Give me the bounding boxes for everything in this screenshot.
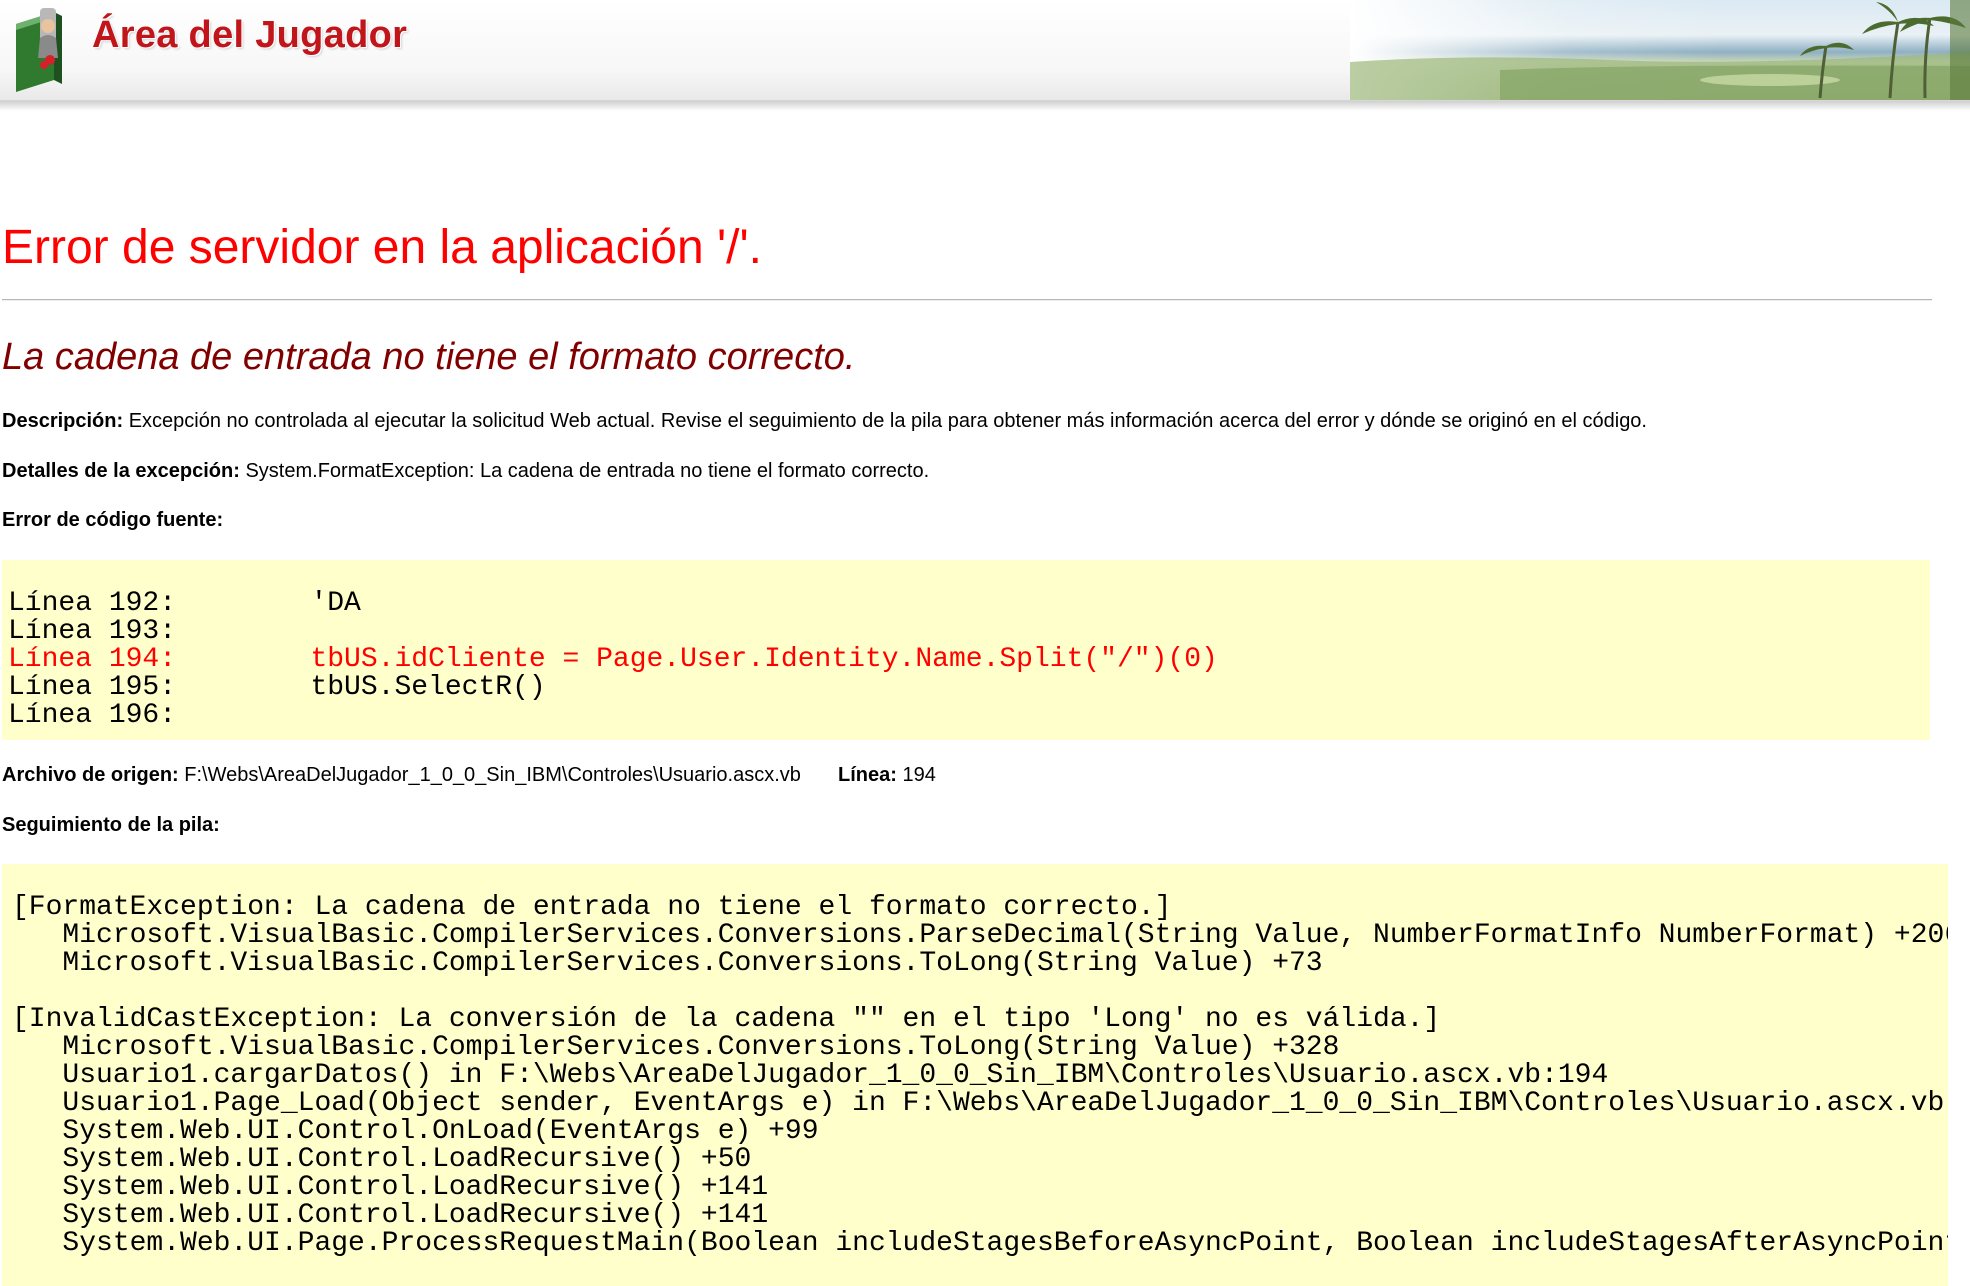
player-area-logo-icon — [16, 8, 62, 92]
header-divider — [0, 101, 1970, 111]
stack-trace: [FormatException: La cadena de entrada n… — [2, 864, 1948, 1258]
stack-trace-line: System.Web.UI.Control.LoadRecursive() +5… — [12, 1144, 752, 1175]
source-line-number: Línea 192: — [8, 588, 177, 619]
source-code: Línea 192: 'DA Línea 193: Línea 194: tbUS… — [2, 560, 1930, 730]
exception-details-row: Detalles de la excepción: System.FormatE… — [2, 460, 929, 483]
line-label: Línea: — [838, 764, 897, 786]
site-title: Área del Jugador — [92, 14, 408, 56]
stack-trace-line: [FormatException: La cadena de entrada n… — [12, 892, 1172, 923]
stack-trace-box: [FormatException: La cadena de entrada n… — [2, 864, 1948, 1286]
stack-trace-line: [InvalidCastException: La conversión de … — [12, 1004, 1441, 1035]
title-divider — [2, 299, 1932, 301]
source-line: Línea 192: 'DA — [8, 590, 1930, 618]
line-number: 194 — [902, 764, 936, 786]
source-file-row: Archivo de origen: F:\Webs\AreaDelJugado… — [2, 764, 936, 787]
stack-trace-line: Microsoft.VisualBasic.CompilerServices.C… — [12, 920, 1948, 951]
source-line: Línea 195: tbUS.SelectR() — [8, 674, 1930, 702]
source-line-number: Línea 195: — [8, 672, 177, 703]
source-code-box: Línea 192: 'DA Línea 193: Línea 194: tbUS… — [2, 560, 1930, 740]
source-line-code: 'DA — [310, 588, 361, 619]
source-line-number: Línea 196: — [8, 700, 177, 731]
error-title: Error de servidor en la aplicación '/'. — [2, 221, 763, 274]
source-line: Línea 194: tbUS.idCliente = Page.User.Id… — [8, 646, 1930, 674]
stack-trace-line: Usuario1.Page_Load(Object sender, EventA… — [12, 1088, 1948, 1119]
source-line: Línea 193: — [8, 618, 1930, 646]
source-line-number: Línea 194: — [8, 644, 177, 675]
exception-details-label: Detalles de la excepción: — [2, 460, 240, 482]
source-line-number: Línea 193: — [8, 616, 177, 647]
stack-trace-line: Microsoft.VisualBasic.CompilerServices.C… — [12, 1032, 1340, 1063]
description-text: Excepción no controlada al ejecutar la s… — [128, 410, 1647, 432]
stack-trace-line: Usuario1.cargarDatos() in F:\Webs\AreaDe… — [12, 1060, 1609, 1091]
source-line-code: tbUS.idCliente = Page.User.Identity.Name… — [310, 644, 1218, 675]
site-header: Área del Jugador — [0, 0, 1970, 101]
stack-trace-line: System.Web.UI.Page.ProcessRequestMain(Bo… — [12, 1228, 1948, 1259]
stack-trace-line — [12, 978, 1948, 1006]
description-row: Descripción: Excepción no controlada al … — [2, 410, 1647, 433]
stack-trace-line: System.Web.UI.Control.LoadRecursive() +1… — [12, 1172, 769, 1203]
stack-trace-line: Microsoft.VisualBasic.CompilerServices.C… — [12, 948, 1323, 979]
description-label: Descripción: — [2, 410, 124, 432]
source-error-heading: Error de código fuente: — [2, 509, 224, 531]
exception-details-text: System.FormatException: La cadena de ent… — [245, 460, 930, 482]
stack-trace-heading: Seguimiento de la pila: — [2, 814, 220, 836]
source-file-path: F:\Webs\AreaDelJugador_1_0_0_Sin_IBM\Con… — [184, 764, 801, 786]
source-line: Línea 196: — [8, 702, 1930, 730]
source-file-label: Archivo de origen: — [2, 764, 179, 786]
source-line-code: tbUS.SelectR() — [310, 672, 546, 703]
stack-trace-line: System.Web.UI.Control.OnLoad(EventArgs e… — [12, 1116, 819, 1147]
stack-trace-line: System.Web.UI.Control.LoadRecursive() +1… — [12, 1200, 769, 1231]
golf-course-banner — [1350, 0, 1970, 100]
error-message: La cadena de entrada no tiene el formato… — [2, 336, 856, 378]
